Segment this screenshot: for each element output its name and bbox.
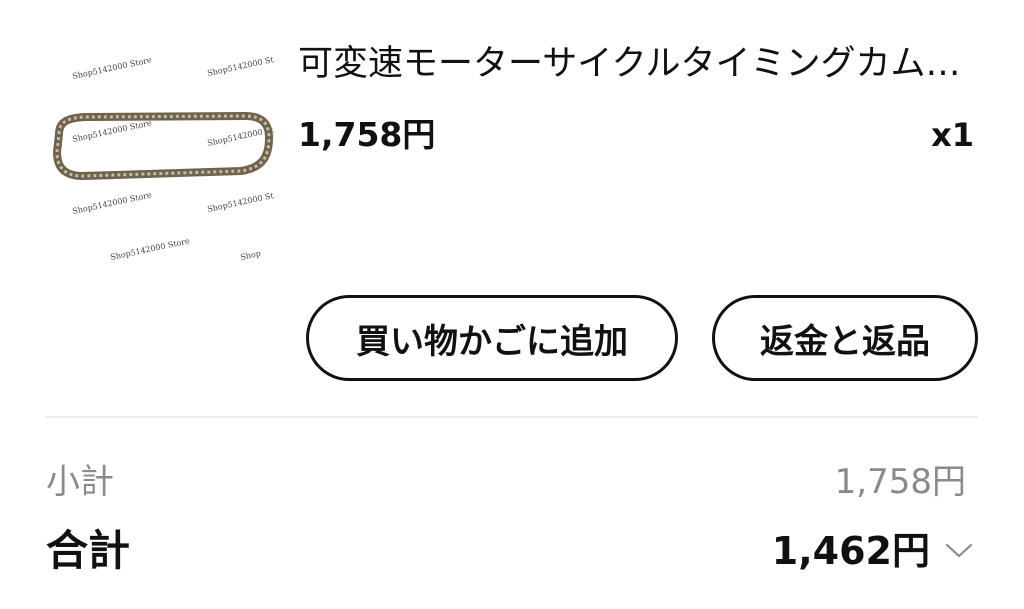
add-to-cart-button[interactable]: 買い物かごに追加 [306,295,678,381]
product-image[interactable]: Shop5142000 Store Shop5142000 St Shop514… [45,42,275,260]
chevron-down-icon[interactable] [944,542,974,560]
total-label: 合計 [46,526,131,575]
total-toggle[interactable]: 1,462円 [772,523,974,579]
subtotal-label: 小計 [46,462,114,502]
svg-text:Shop5142000 Store: Shop5142000 Store [72,190,153,216]
svg-text:Shop5142000 St: Shop5142000 St [207,191,275,214]
divider [45,416,978,418]
product-price: 1,758円 [298,115,436,154]
svg-text:Shop5142000 Store: Shop5142000 Store [72,118,153,144]
subtotal-value: 1,758円 [834,462,966,502]
svg-text:Shop5142000 Store: Shop5142000 Store [72,55,153,81]
total-value: 1,462円 [771,529,930,573]
svg-text:Shop5142000 Store: Shop5142000 Store [110,236,191,260]
refund-return-button[interactable]: 返金と返品 [712,295,978,381]
svg-text:Shop: Shop [240,249,262,260]
order-item: Shop5142000 Store Shop5142000 St Shop514… [0,0,1024,270]
svg-text:Shop5142000 St: Shop5142000 St [207,55,275,78]
product-title[interactable]: 可変速モーターサイクルタイミングカム… [298,40,978,88]
product-quantity: x1 [931,116,974,154]
